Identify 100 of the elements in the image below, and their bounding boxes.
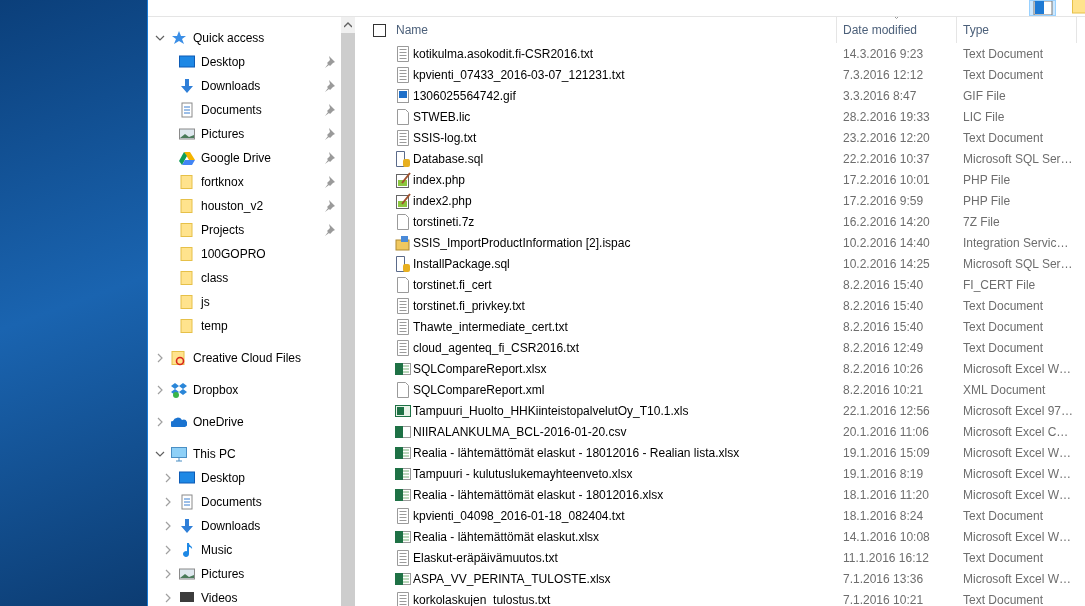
file-row[interactable]: SQLCompareReport.xlsx 8.2.2016 10:26 Microsoft Excel W…	[373, 358, 1085, 379]
file-row[interactable]: SSIS-log.txt 23.2.2016 12:20 Text Document	[373, 127, 1085, 148]
file-type: Text Document	[963, 45, 1045, 63]
nav-item[interactable]: Pictures	[155, 122, 341, 146]
file-type: Text Document	[963, 507, 1045, 525]
chevron-right-icon[interactable]	[163, 545, 173, 555]
file-row[interactable]: Tampuuri - kulutuslukemayhteenveto.xlsx 19.1.2016 8:19 Microsoft Excel W…	[373, 463, 1085, 484]
nav-item[interactable]: Pictures	[155, 562, 341, 586]
document-icon	[179, 102, 195, 118]
file-row[interactable]: Realia - lähtemättömät elaskut - 18012016 - Realian lista.xlsx 19.1.2016 15:09 Microsoft Excel W…	[373, 442, 1085, 463]
download-arrow-icon	[179, 78, 195, 94]
column-header[interactable]: Date modified	[837, 17, 957, 43]
pin-icon[interactable]	[323, 80, 335, 92]
scrollbar[interactable]	[341, 17, 355, 606]
computer-icon	[171, 446, 187, 462]
file-type: Text Document	[963, 318, 1045, 336]
nav-item[interactable]: Google Drive	[155, 146, 341, 170]
nav-item[interactable]: Videos	[155, 586, 341, 606]
pin-icon[interactable]	[323, 224, 335, 236]
file-row[interactable]: index2.php 17.2.2016 9:59 PHP File	[373, 190, 1085, 211]
chevron-right-icon[interactable]	[163, 521, 173, 531]
file-row[interactable]: torstinet.fi_privkey.txt 8.2.2016 15:40 Text Document	[373, 295, 1085, 316]
chevron-down-icon[interactable]	[155, 33, 165, 43]
file-row[interactable]: Elaskut-eräpäivämuutos.txt 11.1.2016 16:12 Text Document	[373, 547, 1085, 568]
nav-item[interactable]: Desktop	[155, 50, 341, 74]
chevron-right-icon[interactable]	[163, 497, 173, 507]
file-type: Microsoft SQL Ser…	[963, 150, 1074, 168]
date-modified: 8.2.2016 15:40	[843, 318, 925, 336]
nav-item[interactable]: houston_v2	[155, 194, 341, 218]
file-icon	[395, 108, 411, 125]
column-header[interactable]: Type	[957, 17, 1077, 43]
file-row[interactable]: STWEB.lic 28.2.2016 19:33 LIC File	[373, 106, 1085, 127]
file-row[interactable]: Thawte_intermediate_cert.txt 8.2.2016 15:40 Text Document	[373, 316, 1085, 337]
chevron-right-icon[interactable]	[155, 385, 165, 395]
chevron-right-icon[interactable]	[155, 417, 165, 427]
pin-icon[interactable]	[323, 56, 335, 68]
date-modified: 19.1.2016 15:09	[843, 444, 931, 462]
file-type: Microsoft Excel 97…	[963, 402, 1075, 420]
text-file-icon	[395, 507, 411, 524]
nav-item[interactable]: temp	[155, 314, 341, 338]
chevron-right-icon[interactable]	[163, 593, 173, 603]
spreadsheet-icon	[395, 444, 411, 461]
file-row[interactable]: kpvienti_04098_2016-01-18_082404.txt 18.1.2016 8:24 Text Document	[373, 505, 1085, 526]
nav-item[interactable]: Creative Cloud Files	[155, 346, 341, 370]
file-row[interactable]: torstineti.7z 16.2.2016 14:20 7Z File	[373, 211, 1085, 232]
file-row[interactable]: Tampuuri_Huolto_HHKiinteistopalvelutOy_T10.1.xls 22.1.2016 12:56 Microsoft Excel 97…	[373, 400, 1085, 421]
chevron-right-icon[interactable]	[163, 569, 173, 579]
nav-item[interactable]: fortknox	[155, 170, 341, 194]
pin-icon[interactable]	[323, 200, 335, 212]
pin-icon[interactable]	[323, 152, 335, 164]
pin-icon[interactable]	[323, 176, 335, 188]
file-type: 7Z File	[963, 213, 1001, 231]
nav-item[interactable]: Dropbox	[155, 378, 341, 402]
nav-item[interactable]: Music	[155, 538, 341, 562]
database-file-icon	[395, 255, 411, 272]
file-row[interactable]: ASPA_VV_PERINTA_TULOSTE.xlsx 7.1.2016 13:36 Microsoft Excel W…	[373, 568, 1085, 589]
file-name: Database.sql	[413, 150, 485, 168]
file-row[interactable]: kpvienti_07433_2016-03-07_121231.txt 7.3.2016 12:12 Text Document	[373, 64, 1085, 85]
date-modified: 7.1.2016 13:36	[843, 570, 925, 588]
file-row[interactable]: Database.sql 22.2.2016 10:37 Microsoft SQL Ser…	[373, 148, 1085, 169]
file-row[interactable]: SSIS_ImportProductInformation [2].ispac 10.2.2016 14:40 Integration Servic…	[373, 232, 1085, 253]
file-name: SSIS-log.txt	[413, 129, 478, 147]
nav-item[interactable]: OneDrive	[155, 410, 341, 434]
file-row[interactable]: Realia - lähtemättömät elaskut.xlsx 14.1.2016 10:08 Microsoft Excel W…	[373, 526, 1085, 547]
date-modified: 10.2.2016 14:25	[843, 255, 931, 273]
nav-item[interactable]: Documents	[155, 98, 341, 122]
file-row[interactable]: Realia - lähtemättömät elaskut - 18012016.xlsx 18.1.2016 11:20 Microsoft Excel W…	[373, 484, 1085, 505]
nav-item[interactable]: Projects	[155, 218, 341, 242]
nav-item[interactable]: Quick access	[155, 26, 341, 50]
date-modified: 17.2.2016 9:59	[843, 192, 925, 210]
file-row[interactable]: 1306025564742.gif 3.3.2016 8:47 GIF File	[373, 85, 1085, 106]
file-name: SQLCompareReport.xlsx	[413, 360, 548, 378]
file-row[interactable]: SQLCompareReport.xml 8.2.2016 10:21 XML Document	[373, 379, 1085, 400]
pin-icon[interactable]	[323, 128, 335, 140]
chevron-right-icon[interactable]	[155, 353, 165, 363]
file-type: Text Document	[963, 297, 1045, 315]
nav-item[interactable]: Downloads	[155, 514, 341, 538]
select-all-checkbox[interactable]	[373, 23, 386, 37]
pin-icon[interactable]	[323, 104, 335, 116]
folder-icon[interactable]	[1072, 0, 1085, 16]
nav-item[interactable]: This PC	[155, 442, 341, 466]
file-row[interactable]: NIIRALANKULMA_BCL-2016-01-20.csv 20.1.2016 11:06 Microsoft Excel C…	[373, 421, 1085, 442]
chevron-down-icon[interactable]	[155, 449, 165, 459]
chevron-right-icon[interactable]	[163, 473, 173, 483]
nav-item[interactable]: js	[155, 290, 341, 314]
file-row[interactable]: index.php 17.2.2016 10:01 PHP File	[373, 169, 1085, 190]
file-name: NIIRALANKULMA_BCL-2016-01-20.csv	[413, 423, 628, 441]
file-row[interactable]: cloud_agenteq_fi_CSR2016.txt 8.2.2016 12:49 Text Document	[373, 337, 1085, 358]
file-row[interactable]: torstinet.fi_cert 8.2.2016 15:40 FI_CERT File	[373, 274, 1085, 295]
preview-pane-button[interactable]	[1029, 0, 1056, 16]
nav-item[interactable]: Documents	[155, 490, 341, 514]
file-type: PHP File	[963, 192, 1012, 210]
download-arrow-icon	[179, 518, 195, 534]
nav-item[interactable]: Desktop	[155, 466, 341, 490]
file-row[interactable]: kotikulma.asokodit.fi-CSR2016.txt 14.3.2016 9:23 Text Document	[373, 43, 1085, 64]
nav-item[interactable]: Downloads	[155, 74, 341, 98]
nav-item[interactable]: class	[155, 266, 341, 290]
nav-item[interactable]: 100GOPRO	[155, 242, 341, 266]
file-row[interactable]: InstallPackage.sql 10.2.2016 14:25 Microsoft SQL Ser…	[373, 253, 1085, 274]
column-header[interactable]: Name	[395, 17, 837, 43]
